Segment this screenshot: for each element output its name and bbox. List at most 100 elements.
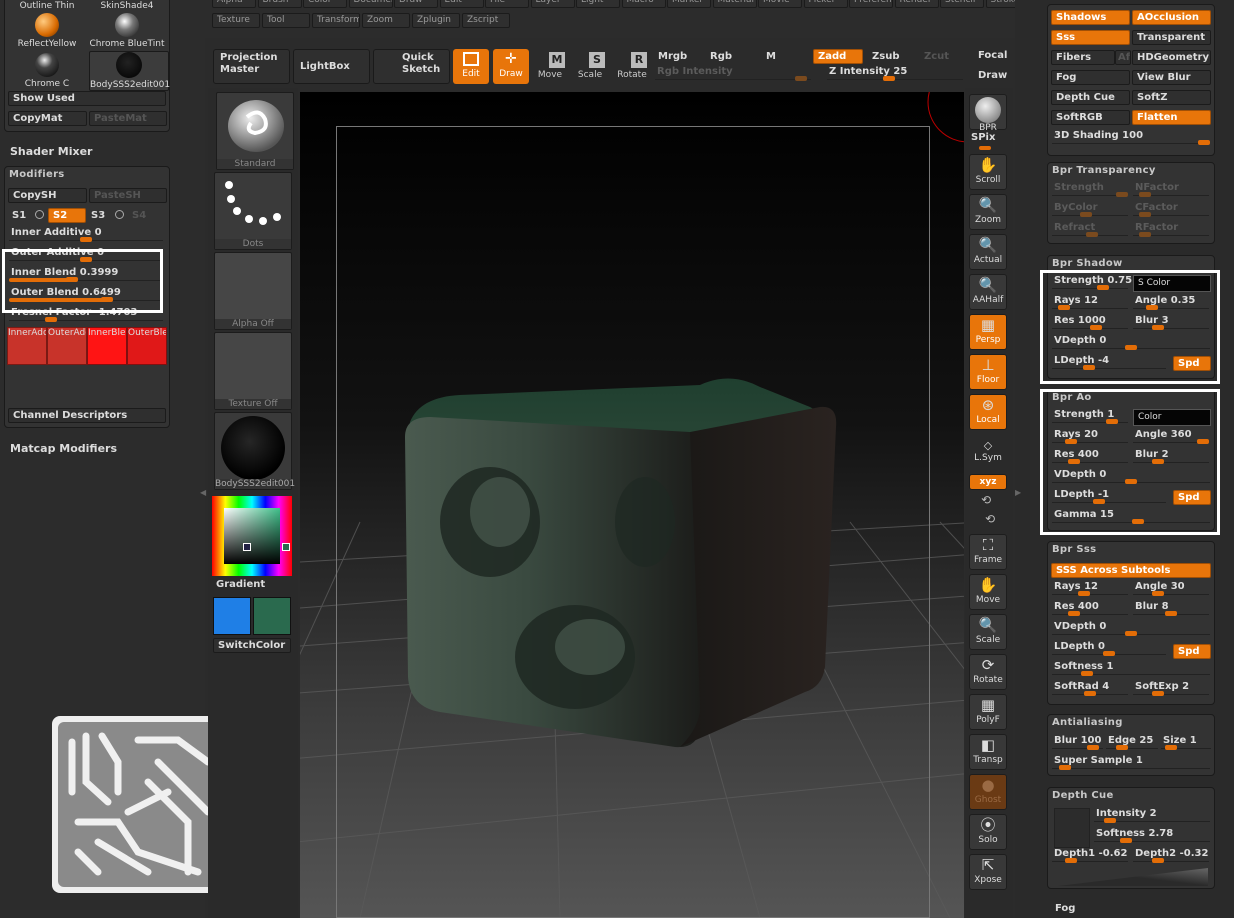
menu-alpha[interactable]: Alpha xyxy=(212,0,256,8)
outer-additive-slider[interactable]: Outer Additive 0 xyxy=(7,247,165,265)
swatch-inner-blend[interactable]: InnerBlen xyxy=(87,327,127,365)
shadow-vdepth-slider[interactable]: VDepth 0 xyxy=(1050,335,1212,353)
slot-s4[interactable]: S4 xyxy=(132,210,146,221)
sss-vdepth-slider[interactable]: VDepth 0 xyxy=(1050,621,1212,639)
flatten-button[interactable]: Flatten xyxy=(1132,110,1211,125)
actual-button[interactable]: 🔍 Actual xyxy=(969,234,1007,270)
polyf-button[interactable]: ▦ PolyF xyxy=(969,694,1007,730)
texture-thumbnail[interactable]: Texture Off xyxy=(214,332,292,410)
outer-blend-slider[interactable]: Outer Blend 0.6499 xyxy=(7,287,165,305)
persp-button[interactable]: ▦ Persp xyxy=(969,314,1007,350)
ao-color-swatch[interactable]: Color xyxy=(1133,409,1211,426)
gradient-label[interactable]: Gradient xyxy=(216,579,265,590)
m-button[interactable]: M xyxy=(761,49,809,64)
shadow-res-slider[interactable]: Res 1000 xyxy=(1050,315,1130,333)
floor-button[interactable]: ⊥ Floor xyxy=(969,354,1007,390)
zsub-button[interactable]: Zsub xyxy=(867,49,917,64)
cfactor-slider[interactable]: CFactor xyxy=(1131,202,1211,220)
frame-button[interactable]: ⛶ Frame xyxy=(969,534,1007,570)
shadow-angle-slider[interactable]: Angle 0.35 xyxy=(1131,295,1211,313)
menu-zplugin[interactable]: Zplugin xyxy=(412,13,460,28)
menu-marker[interactable]: Marker xyxy=(667,0,711,8)
lightbox-button[interactable]: LightBox xyxy=(293,49,370,84)
menu-preferences[interactable]: Preferences xyxy=(849,0,893,8)
copy-mat-button[interactable]: CopyMat xyxy=(8,111,87,126)
menu-document[interactable]: Document xyxy=(348,0,393,8)
rotate-y-icon[interactable]: ⟲ xyxy=(981,493,991,507)
xyz-button[interactable]: xyz xyxy=(969,474,1007,490)
menu-movie[interactable]: Movie xyxy=(758,0,802,8)
material-thumbnail[interactable]: BodySSS2edit001 xyxy=(214,412,295,490)
menu-color[interactable]: Color xyxy=(303,0,347,8)
right-tray-toggle-icon[interactable]: ▶ xyxy=(1015,488,1021,500)
draw-button[interactable]: ✛ Draw xyxy=(493,49,529,84)
transparency-strength-slider[interactable]: Strength xyxy=(1050,182,1130,200)
ao-rays-slider[interactable]: Rays 20 xyxy=(1050,429,1130,447)
aa-size-slider[interactable]: Size 1 xyxy=(1159,735,1213,753)
sss-res-slider[interactable]: Res 400 xyxy=(1050,601,1130,619)
viewport-canvas[interactable] xyxy=(300,92,964,918)
depth1-slider[interactable]: Depth1 -0.62 xyxy=(1050,848,1130,866)
rotate-view-button[interactable]: ⟳ Rotate xyxy=(969,654,1007,690)
shadow-spd-button[interactable]: Spd xyxy=(1173,356,1211,371)
edit-button[interactable]: Edit xyxy=(453,49,489,84)
rgb-button[interactable]: Rgb xyxy=(705,49,759,64)
spix-slider[interactable]: SPix xyxy=(971,132,995,150)
slot-s3[interactable]: S3 xyxy=(91,210,105,221)
z-intensity-slider[interactable]: Z Intensity 25 xyxy=(825,66,965,84)
shadow-color-swatch[interactable]: S Color xyxy=(1133,275,1211,292)
fibers-button[interactable]: Fibers xyxy=(1051,50,1115,65)
ao-blur-slider[interactable]: Blur 2 xyxy=(1131,449,1211,467)
rotate-button[interactable]: R Rotate xyxy=(613,52,651,84)
depth-cue-preview[interactable] xyxy=(1054,808,1090,848)
aa-super-sample-slider[interactable]: Super Sample 1 xyxy=(1050,755,1212,773)
left-tray-toggle-icon[interactable]: ◀ xyxy=(200,488,206,500)
ao-vdepth-slider[interactable]: VDepth 0 xyxy=(1050,469,1212,487)
local-button[interactable]: ⊛ Local xyxy=(969,394,1007,430)
af-button[interactable]: Af xyxy=(1115,50,1131,65)
depth-cue-curve[interactable] xyxy=(1058,868,1208,886)
hdgeometry-button[interactable]: HDGeometry xyxy=(1132,50,1211,65)
switch-color-button[interactable]: SwitchColor xyxy=(213,638,291,653)
shadows-button[interactable]: Shadows xyxy=(1051,10,1130,25)
menu-zoom[interactable]: Zoom xyxy=(362,13,410,28)
menu-render[interactable]: Render xyxy=(894,0,939,8)
channel-descriptors-button[interactable]: Channel Descriptors xyxy=(8,408,166,423)
sss-softness-slider[interactable]: Softness 1 xyxy=(1050,661,1212,679)
sss-blur-slider[interactable]: Blur 8 xyxy=(1131,601,1211,619)
aa-edge-slider[interactable]: Edge 25 xyxy=(1104,735,1160,753)
depth-cue-intensity-slider[interactable]: Intensity 2 xyxy=(1092,808,1212,826)
sss-across-subtools-button[interactable]: SSS Across Subtools xyxy=(1051,563,1211,578)
bycolor-slider[interactable]: ByColor xyxy=(1050,202,1130,220)
rfactor-slider[interactable]: RFactor xyxy=(1131,222,1211,240)
menu-edit[interactable]: Edit xyxy=(439,0,484,8)
scale-view-button[interactable]: 🔍 Scale xyxy=(969,614,1007,650)
depth-cue-softness-slider[interactable]: Softness 2.78 xyxy=(1092,828,1212,846)
matcap-modifiers-label[interactable]: Matcap Modifiers xyxy=(10,442,117,455)
menu-macro[interactable]: Macro xyxy=(621,0,666,8)
ao-strength-slider[interactable]: Strength 1 xyxy=(1050,409,1130,427)
transparent-button[interactable]: Transparent xyxy=(1132,30,1211,45)
fog-button[interactable]: Fog xyxy=(1051,70,1130,85)
ghost-button[interactable]: ● Ghost xyxy=(969,774,1007,810)
projection-master-button[interactable]: Projection Master xyxy=(213,49,290,84)
alpha-thumbnail[interactable]: Alpha Off xyxy=(214,252,292,330)
rotate-z-icon[interactable]: ⟲ xyxy=(985,512,995,526)
view-blur-button[interactable]: View Blur xyxy=(1132,70,1211,85)
menu-tool[interactable]: Tool xyxy=(262,13,310,28)
shadow-rays-slider[interactable]: Rays 12 xyxy=(1050,295,1130,313)
scroll-button[interactable]: ✋ Scroll xyxy=(969,154,1007,190)
rgb-intensity-slider[interactable]: Rgb Intensity xyxy=(653,66,813,84)
paste-mat-button[interactable]: PasteMat xyxy=(89,111,167,126)
swatch-outer-blend[interactable]: OuterBlen xyxy=(127,327,167,365)
softz-button[interactable]: SoftZ xyxy=(1132,90,1211,105)
draw-size-button[interactable]: Draw xyxy=(973,68,1013,83)
aocclusion-button[interactable]: AOcclusion xyxy=(1132,10,1211,25)
material-reflectyellow[interactable]: ReflectYellow xyxy=(7,13,87,51)
ao-res-slider[interactable]: Res 400 xyxy=(1050,449,1130,467)
swatch-outer-add[interactable]: OuterAdd xyxy=(47,327,87,365)
slot-s2[interactable]: S2 xyxy=(48,208,86,223)
shadow-ldepth-slider[interactable]: LDepth -4 xyxy=(1050,355,1168,373)
secondary-color-swatch[interactable] xyxy=(253,597,291,635)
transp-button[interactable]: ◧ Transp xyxy=(969,734,1007,770)
